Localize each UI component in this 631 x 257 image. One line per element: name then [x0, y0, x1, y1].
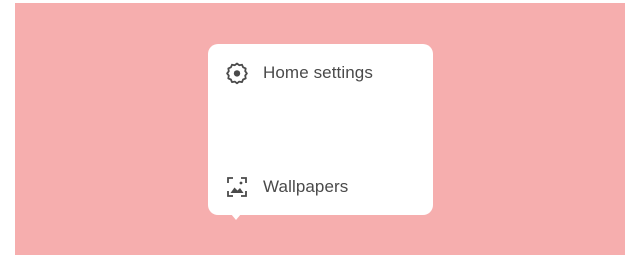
menu-item-label: Wallpapers — [263, 177, 349, 196]
long-press-menu: Home settings Wallpapers — [208, 44, 433, 215]
gear-icon — [225, 61, 249, 85]
popup-pointer — [231, 214, 241, 220]
wallpaper-icon — [225, 175, 249, 199]
menu-item-wallpapers[interactable]: Wallpapers — [225, 175, 348, 199]
menu-item-label: Home settings — [263, 63, 373, 82]
menu-item-home-settings[interactable]: Home settings — [225, 61, 373, 85]
